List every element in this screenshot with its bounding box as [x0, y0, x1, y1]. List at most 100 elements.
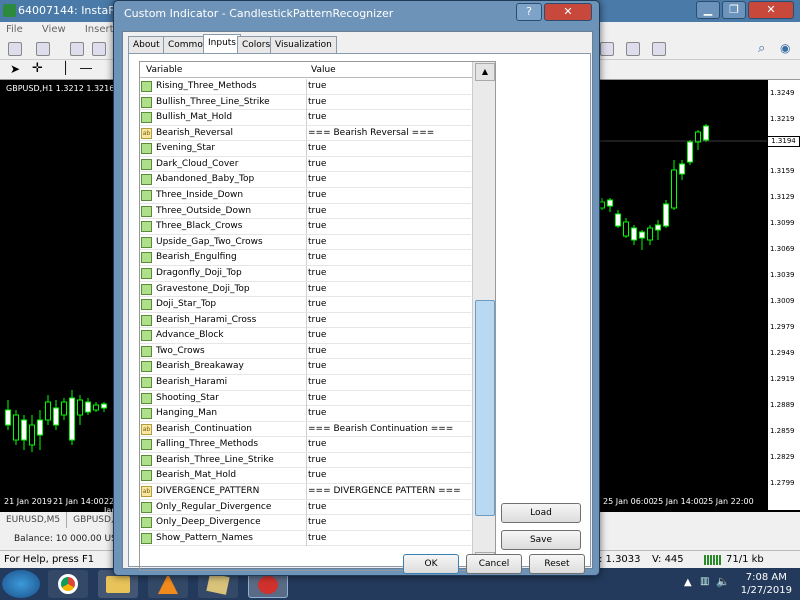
crosshair-icon[interactable]: ✛ [32, 61, 43, 76]
input-value[interactable]: true [308, 204, 326, 219]
navigator-icon[interactable] [92, 42, 106, 56]
reset-button[interactable]: Reset [529, 554, 585, 574]
input-value[interactable]: true [308, 453, 326, 468]
search-icon[interactable]: ⌕ [758, 41, 765, 56]
input-value[interactable]: true [308, 468, 326, 483]
column-variable[interactable]: Variable [146, 62, 182, 78]
chart-shift-icon[interactable] [600, 42, 614, 56]
input-row[interactable]: Evening_Star true [140, 141, 471, 157]
input-value[interactable]: === DIVERGENCE PATTERN === [308, 484, 461, 499]
input-value[interactable]: true [308, 110, 326, 125]
close-icon[interactable]: ✕ [748, 1, 794, 19]
input-row[interactable]: Dragonfly_Doji_Top true [140, 265, 471, 282]
input-row[interactable]: Only_Deep_Divergence true [140, 515, 471, 531]
market-watch-icon[interactable] [70, 42, 84, 56]
input-row[interactable]: Bearish_Mat_Hold true [140, 468, 471, 485]
input-value[interactable]: true [308, 375, 326, 390]
input-value[interactable]: true [308, 141, 326, 156]
input-row[interactable]: Dark_Cloud_Cover true [140, 156, 471, 173]
profiles-icon[interactable] [36, 42, 50, 56]
input-row[interactable]: Rising_Three_Methods true [140, 79, 471, 95]
input-value[interactable]: true [308, 266, 326, 281]
input-row[interactable]: ab Bearish_Reversal === Bearish Reversal =… [140, 125, 471, 142]
ok-button[interactable]: OK [403, 554, 459, 574]
tray-arrow-icon[interactable]: ▲ [684, 577, 692, 588]
input-row[interactable]: Hanging_Man true [140, 406, 471, 422]
tab-visualization[interactable]: Visualization [270, 36, 337, 53]
menu-file[interactable]: File [6, 24, 23, 35]
input-row[interactable]: Bullish_Three_Line_Strike true [140, 94, 471, 111]
input-value[interactable]: true [308, 297, 326, 312]
input-row[interactable]: Two_Crows true [140, 343, 471, 360]
column-value[interactable]: Value [311, 62, 336, 78]
vertical-line-icon[interactable]: │ [62, 61, 69, 75]
input-row[interactable]: Bearish_Harami true [140, 374, 471, 391]
input-row[interactable]: Abandoned_Baby_Top true [140, 172, 471, 189]
cancel-button[interactable]: Cancel [466, 554, 522, 574]
input-row[interactable]: Gravestone_Doji_Top true [140, 281, 471, 298]
input-row[interactable]: Bullish_Mat_Hold true [140, 110, 471, 126]
input-value[interactable]: === Bearish Reversal === [308, 126, 434, 141]
input-value[interactable]: true [308, 235, 326, 250]
scroll-up-icon[interactable]: ▲ [475, 63, 495, 81]
input-value[interactable]: true [308, 328, 326, 343]
grid-scrollbar[interactable]: ▲ ▼ [472, 62, 495, 570]
input-value[interactable]: true [308, 391, 326, 406]
help-icon[interactable]: ? [516, 3, 542, 21]
input-row[interactable]: Bearish_Engulfing true [140, 250, 471, 266]
tab-about[interactable]: About [128, 36, 165, 53]
input-value[interactable]: true [308, 172, 326, 187]
cursor-icon[interactable]: ➤ [10, 62, 20, 76]
input-row[interactable]: Advance_Block true [140, 328, 471, 344]
input-value[interactable]: true [308, 406, 326, 421]
horizontal-line-icon[interactable]: ― [80, 61, 92, 75]
input-row[interactable]: ab DIVERGENCE_PATTERN === DIVERGENCE PATTE… [140, 484, 471, 500]
input-row[interactable]: Shooting_Star true [140, 390, 471, 407]
minimize-icon[interactable]: ▁ [696, 1, 720, 19]
input-value[interactable]: true [308, 219, 326, 234]
input-value[interactable]: true [308, 344, 326, 359]
input-value[interactable]: true [308, 437, 326, 452]
menu-insert[interactable]: Insert [85, 24, 114, 35]
input-row[interactable]: Bearish_Harami_Cross true [140, 312, 471, 329]
community-icon[interactable]: ◉ [780, 41, 790, 55]
input-row[interactable]: Only_Regular_Divergence true [140, 499, 471, 516]
start-button-icon[interactable] [2, 570, 40, 598]
input-row[interactable]: Falling_Three_Methods true [140, 437, 471, 453]
input-value[interactable]: true [308, 95, 326, 110]
clock[interactable]: 7:08 AM 1/27/2019 [741, 571, 792, 597]
input-row[interactable]: Three_Outside_Down true [140, 203, 471, 220]
input-row[interactable]: ab Bearish_Continuation === Bearish Contin… [140, 421, 471, 438]
input-value[interactable]: true [308, 515, 326, 530]
dialog-close-icon[interactable]: ✕ [544, 3, 592, 21]
periods-icon[interactable] [626, 42, 640, 56]
tab-inputs[interactable]: Inputs [203, 34, 241, 53]
input-row[interactable]: Doji_Star_Top true [140, 297, 471, 313]
save-button[interactable]: Save [501, 530, 581, 550]
scroll-thumb[interactable] [475, 300, 495, 516]
input-value[interactable]: true [308, 250, 326, 265]
input-row[interactable]: Bearish_Three_Line_Strike true [140, 452, 471, 469]
templates-icon[interactable] [652, 42, 666, 56]
chart-tab-eurusd[interactable]: EURUSD,M5 [0, 512, 68, 528]
input-value[interactable]: true [308, 531, 326, 546]
new-chart-icon[interactable] [8, 42, 22, 56]
input-value[interactable]: true [308, 79, 326, 94]
volume-icon[interactable]: 🔈 [716, 575, 730, 588]
input-value[interactable]: true [308, 157, 326, 172]
input-row[interactable]: Three_Inside_Down true [140, 188, 471, 204]
network-icon[interactable]: ▥ [700, 576, 709, 587]
input-value[interactable]: true [308, 313, 326, 328]
input-value[interactable]: true [308, 188, 326, 203]
input-row[interactable]: Show_Pattern_Names true [140, 530, 471, 547]
input-value[interactable]: true [308, 282, 326, 297]
input-row[interactable]: Three_Black_Crows true [140, 219, 471, 235]
input-row[interactable]: Bearish_Breakaway true [140, 359, 471, 375]
input-value[interactable]: true [308, 500, 326, 515]
menu-view[interactable]: View [42, 24, 66, 35]
chrome-icon[interactable] [48, 570, 88, 598]
input-row[interactable]: Upside_Gap_Two_Crows true [140, 234, 471, 251]
input-value[interactable]: === Bearish Continuation === [308, 422, 453, 437]
maximize-icon[interactable]: ❐ [722, 1, 746, 19]
input-value[interactable]: true [308, 359, 326, 374]
